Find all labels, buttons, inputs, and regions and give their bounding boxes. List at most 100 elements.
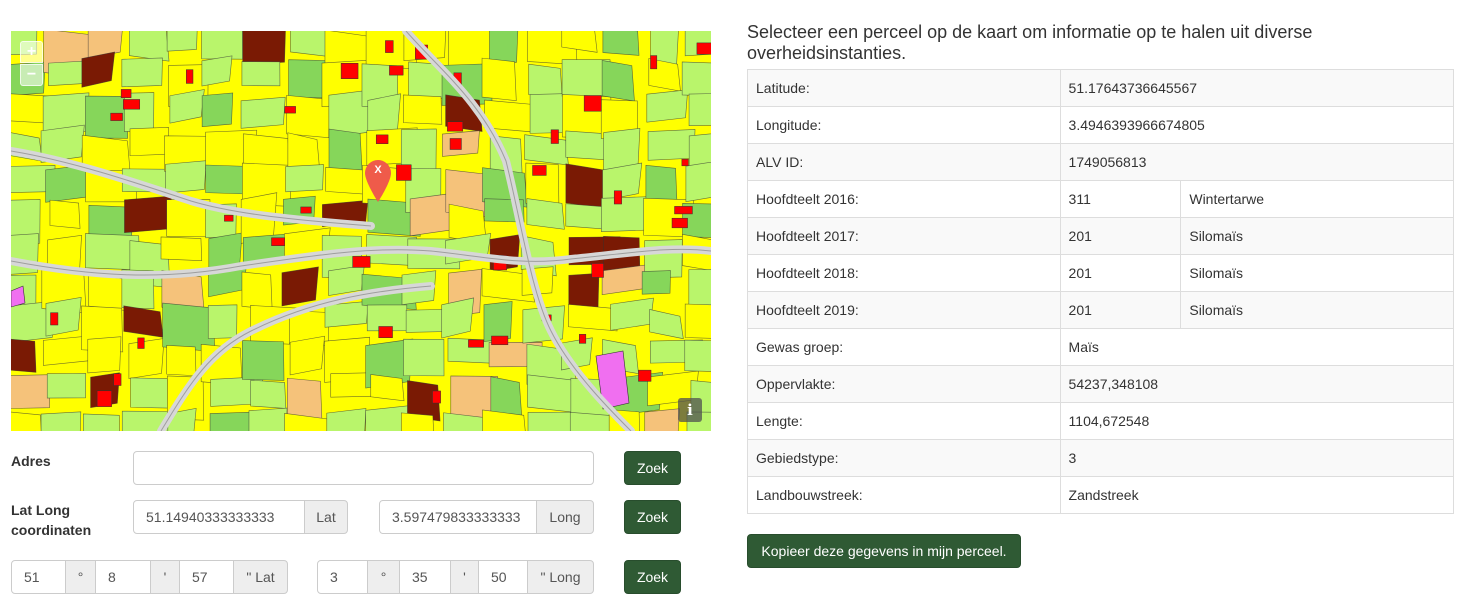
building[interactable] (613, 190, 622, 205)
parcel[interactable] (403, 94, 443, 125)
building[interactable] (447, 121, 464, 132)
parcel[interactable] (248, 407, 288, 431)
parcel[interactable] (684, 339, 711, 372)
lat-input[interactable] (133, 500, 305, 534)
building[interactable] (120, 89, 132, 98)
parcel[interactable] (124, 92, 155, 132)
parcel[interactable] (11, 338, 37, 373)
parcel[interactable] (688, 131, 711, 167)
parcel[interactable] (602, 31, 640, 56)
parcel-map[interactable]: + − X i (11, 31, 711, 431)
building[interactable] (284, 106, 296, 114)
building[interactable] (532, 165, 547, 176)
parcel[interactable] (130, 377, 168, 409)
building[interactable] (671, 217, 688, 229)
parcel[interactable] (201, 55, 233, 87)
zoom-in-button[interactable]: + (20, 41, 43, 63)
lat-minutes-input[interactable] (95, 560, 151, 594)
parcel[interactable] (83, 413, 120, 431)
lat-degrees-input[interactable] (11, 560, 66, 594)
copy-to-parcel-button[interactable]: Kopieer deze gegevens in mijn perceel. (747, 534, 1021, 568)
building[interactable] (300, 206, 312, 214)
lat-seconds-input[interactable] (179, 560, 234, 594)
building[interactable] (468, 339, 484, 348)
parcel[interactable] (481, 57, 517, 101)
parcel[interactable] (124, 195, 172, 234)
long-minutes-input[interactable] (399, 560, 451, 594)
parcel[interactable] (285, 164, 324, 193)
building[interactable] (271, 237, 285, 246)
parcel[interactable] (49, 199, 81, 229)
parcel[interactable] (162, 302, 216, 353)
parcel[interactable] (241, 271, 273, 310)
parcel[interactable] (165, 160, 207, 194)
parcel[interactable] (328, 128, 363, 175)
building[interactable] (340, 63, 359, 79)
adres-search-button[interactable]: Zoek (624, 451, 681, 485)
parcel[interactable] (400, 412, 434, 431)
parcel[interactable] (166, 344, 197, 377)
building[interactable] (396, 164, 412, 181)
building[interactable] (638, 369, 652, 382)
building[interactable] (491, 335, 509, 346)
parcel[interactable] (601, 60, 635, 102)
latlong-search-button[interactable]: Zoek (624, 500, 681, 534)
building[interactable] (432, 390, 441, 404)
building[interactable] (375, 134, 389, 144)
parcel[interactable] (370, 374, 405, 402)
parcel[interactable] (207, 304, 238, 339)
adres-input[interactable] (133, 451, 594, 485)
map-info-icon[interactable]: i (678, 398, 702, 422)
parcel[interactable] (129, 126, 169, 157)
parcel[interactable] (483, 301, 513, 342)
building[interactable] (449, 138, 462, 150)
parcel[interactable] (128, 338, 165, 379)
parcel[interactable] (688, 93, 711, 127)
parcel[interactable] (242, 31, 286, 65)
parcel[interactable] (281, 266, 319, 307)
long-degrees-input[interactable] (317, 560, 368, 594)
building[interactable] (389, 65, 404, 76)
building[interactable] (591, 263, 604, 278)
parcel[interactable] (11, 411, 42, 431)
building[interactable] (110, 112, 123, 121)
parcel[interactable] (129, 31, 170, 62)
building[interactable] (123, 99, 141, 110)
parcel[interactable] (647, 129, 696, 161)
building[interactable] (224, 214, 234, 222)
parcel[interactable] (685, 160, 711, 202)
parcel[interactable] (87, 336, 122, 374)
parcel[interactable] (646, 89, 689, 123)
building[interactable] (378, 326, 393, 338)
parcel[interactable] (289, 335, 325, 376)
parcel[interactable] (201, 92, 234, 128)
map-marker-icon[interactable]: X (363, 158, 393, 203)
parcel[interactable] (240, 96, 286, 129)
parcel[interactable] (688, 269, 711, 307)
zoom-out-button[interactable]: − (20, 64, 43, 86)
building[interactable] (550, 129, 559, 144)
building[interactable] (674, 206, 693, 215)
building[interactable] (579, 334, 587, 344)
long-input[interactable] (379, 500, 537, 534)
parcel[interactable] (641, 270, 671, 295)
building[interactable] (50, 312, 59, 326)
building[interactable] (583, 95, 602, 112)
parcel[interactable] (241, 340, 285, 381)
building[interactable] (681, 158, 689, 167)
parcel[interactable] (166, 31, 198, 52)
parcel[interactable] (11, 374, 51, 409)
parcel[interactable] (250, 379, 287, 409)
parcel[interactable] (526, 198, 565, 230)
building[interactable] (137, 337, 145, 349)
parcel[interactable] (290, 31, 330, 57)
building[interactable] (186, 69, 194, 84)
parcel[interactable] (681, 61, 711, 97)
building[interactable] (650, 55, 658, 70)
building[interactable] (385, 40, 394, 53)
parcel[interactable] (684, 303, 711, 339)
parcel[interactable] (569, 412, 614, 431)
parcel[interactable] (568, 304, 618, 332)
parcel[interactable] (241, 61, 281, 87)
map-parcels[interactable] (11, 31, 711, 431)
